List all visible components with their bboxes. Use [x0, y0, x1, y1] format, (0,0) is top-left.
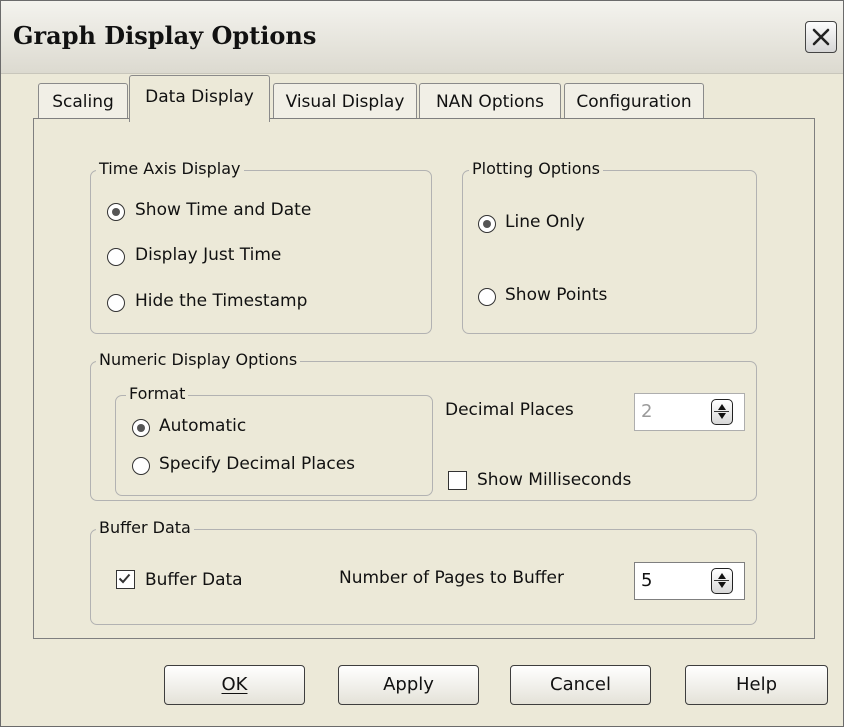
numeric-display-legend: Numeric Display Options [96, 350, 301, 369]
decimal-places-value: 2 [641, 401, 653, 422]
format-legend: Format [126, 384, 189, 403]
pages-to-buffer-stepper[interactable]: 5 [634, 562, 745, 600]
checkmark-icon [118, 573, 131, 584]
format-group: Format [115, 384, 433, 496]
automatic-label[interactable]: Automatic [159, 416, 246, 436]
decimal-places-stepper[interactable]: 2 [634, 393, 745, 431]
radio-specify-decimal-places[interactable] [132, 457, 150, 475]
display-just-time-label[interactable]: Display Just Time [135, 245, 281, 265]
help-button[interactable]: Help [685, 665, 828, 705]
buffer-data-legend: Buffer Data [96, 518, 194, 537]
cancel-button-label: Cancel [550, 674, 611, 695]
radio-display-just-time[interactable] [107, 248, 125, 266]
radio-line-only[interactable] [478, 215, 496, 233]
decimal-places-spin-button[interactable] [711, 399, 733, 425]
radio-hide-timestamp[interactable] [107, 294, 125, 312]
pages-spin-button[interactable] [711, 568, 733, 594]
graph-display-options-dialog: Graph Display Options Scaling Data Displ… [0, 0, 844, 727]
close-button[interactable] [805, 21, 837, 53]
show-time-date-label[interactable]: Show Time and Date [135, 200, 311, 220]
tab-nan-options[interactable]: NAN Options [419, 83, 561, 119]
spin-up-icon [718, 404, 726, 410]
show-milliseconds-checkbox[interactable] [448, 471, 467, 490]
spin-down-icon [718, 413, 726, 419]
spin-up-icon [718, 573, 726, 579]
radio-show-time-date[interactable] [107, 203, 125, 221]
time-axis-legend: Time Axis Display [96, 159, 244, 178]
cancel-button[interactable]: Cancel [510, 665, 651, 705]
tab-panel-data-display: Time Axis Display Show Time and Date Dis… [33, 118, 815, 639]
show-points-label[interactable]: Show Points [505, 285, 607, 305]
ok-button[interactable]: OK [164, 665, 305, 705]
tab-visual-display[interactable]: Visual Display [273, 83, 417, 119]
specify-decimal-places-label[interactable]: Specify Decimal Places [159, 454, 355, 474]
ok-button-label: OK [221, 674, 248, 695]
window-title: Graph Display Options [13, 21, 317, 50]
decimal-places-label: Decimal Places [445, 400, 574, 420]
show-milliseconds-label[interactable]: Show Milliseconds [477, 470, 631, 490]
line-only-label[interactable]: Line Only [505, 212, 585, 232]
apply-button[interactable]: Apply [338, 665, 479, 705]
spin-down-icon [718, 582, 726, 588]
pages-to-buffer-value: 5 [641, 570, 653, 591]
tab-data-display[interactable]: Data Display [129, 75, 270, 122]
tab-scaling[interactable]: Scaling [38, 83, 128, 119]
help-button-label: Help [735, 674, 778, 695]
buffer-data-label[interactable]: Buffer Data [145, 570, 243, 590]
pages-to-buffer-label: Number of Pages to Buffer [339, 568, 564, 588]
plotting-options-group: Plotting Options [462, 159, 757, 334]
title-bar[interactable]: Graph Display Options [1, 1, 843, 74]
hide-timestamp-label[interactable]: Hide the Timestamp [135, 291, 307, 311]
buffer-data-checkbox[interactable] [116, 570, 135, 589]
close-icon [812, 28, 830, 46]
radio-automatic[interactable] [132, 419, 150, 437]
plotting-options-legend: Plotting Options [469, 159, 603, 178]
tab-configuration[interactable]: Configuration [564, 83, 704, 119]
radio-show-points[interactable] [478, 288, 496, 306]
apply-button-label: Apply [383, 674, 434, 695]
